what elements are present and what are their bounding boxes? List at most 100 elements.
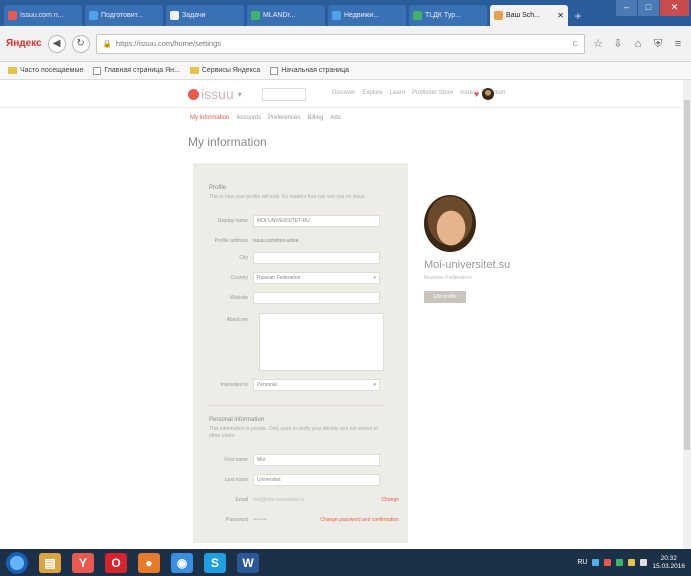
tab-preferences[interactable]: Preferences: [268, 115, 300, 121]
tray-app-icon[interactable]: [628, 559, 636, 566]
last-name-row: Last name Universitet: [209, 473, 399, 486]
volume-icon[interactable]: [640, 559, 648, 566]
explorer-taskbar-icon[interactable]: ▤: [39, 552, 61, 573]
country-select[interactable]: Russian Federation: [253, 271, 380, 284]
clock-time: 20:32: [660, 554, 677, 562]
browser-tab[interactable]: TLДК Тур...: [409, 5, 487, 26]
nav-publisher-store[interactable]: Publisher Store: [412, 90, 453, 96]
city-row: City: [209, 251, 399, 264]
change-email-link[interactable]: Change: [381, 497, 399, 503]
issuu-logo[interactable]: issuu ▾: [188, 86, 242, 102]
interests-row: Interested in Personal: [209, 378, 399, 391]
city-field[interactable]: [253, 251, 380, 264]
start-button[interactable]: [6, 551, 28, 574]
tab-label: Задачи: [182, 12, 206, 19]
nav-explore[interactable]: Explore: [362, 90, 382, 96]
about-textarea[interactable]: [259, 313, 384, 371]
tab-my-information[interactable]: My information: [190, 115, 229, 121]
word-taskbar-icon[interactable]: W: [237, 552, 259, 573]
shield-icon[interactable]: ⛨: [651, 37, 665, 51]
language-indicator[interactable]: RU: [577, 559, 587, 566]
chrome-taskbar-icon[interactable]: ◉: [171, 552, 193, 573]
site-header: issuu ▾ Discover Explore Learn Publisher…: [0, 80, 691, 108]
url-field[interactable]: 🔒 https://issuu.com/home/settings C: [95, 33, 585, 54]
close-window-button[interactable]: ✕: [659, 0, 689, 16]
new-tab-button[interactable]: +: [571, 9, 585, 23]
maximize-button[interactable]: □: [637, 0, 659, 16]
profile-section-desc: This is how your profile will look. It's…: [209, 194, 365, 200]
favicon-icon: [494, 11, 503, 20]
profile-address-label: Profile address: [214, 237, 248, 244]
page-icon: [270, 66, 279, 75]
clock[interactable]: 20:32 15.03.2016: [652, 555, 685, 571]
password-row: Password •••••••• Change password and co…: [209, 513, 399, 526]
scrollbar-thumb[interactable]: [684, 100, 690, 450]
password-value: ••••••••: [253, 516, 268, 523]
personal-section-desc: This information is private. Only used t…: [209, 426, 378, 439]
profile-subtitle: Russian Federation: [424, 275, 472, 281]
nav-issuu[interactable]: Issuu: [460, 90, 474, 96]
edit-profile-button[interactable]: Edit profile: [424, 291, 466, 303]
opera-taskbar-icon[interactable]: O: [105, 552, 127, 573]
bookmark-frequent[interactable]: Часто посещаемые: [8, 67, 83, 74]
website-field[interactable]: [253, 291, 380, 304]
tab-label: TLДК Тур...: [425, 12, 461, 19]
chevron-down-icon[interactable]: ▾: [238, 90, 242, 99]
heart-icon[interactable]: ♥: [474, 89, 479, 99]
interests-select[interactable]: Personal: [253, 378, 380, 391]
tab-label: Недвижи...: [344, 12, 379, 19]
tab-label: MLANDr...: [263, 12, 296, 19]
browser-tab[interactable]: Ваш Sch... ✕: [490, 5, 568, 26]
menu-icon[interactable]: ≡: [671, 37, 685, 51]
window-controls: – □ ✕: [615, 0, 689, 16]
tab-ads[interactable]: Ads: [330, 115, 340, 121]
profile-card: Moi-universitet.su Russian Federation Ed…: [424, 195, 510, 303]
browser-tab[interactable]: Недвижи...: [328, 5, 406, 26]
city-label: City: [239, 254, 248, 261]
home-icon[interactable]: ⌂: [631, 37, 645, 51]
last-name-label: Last name: [224, 476, 248, 483]
skype-taskbar-icon[interactable]: S: [204, 552, 226, 573]
yandex-brand[interactable]: Яндекс: [6, 38, 42, 49]
favicon-icon: [251, 11, 260, 20]
network-icon[interactable]: [592, 559, 600, 566]
header-user-area: ♥: [474, 88, 495, 100]
settings-tabs: My information Accounts Preferences Bill…: [190, 115, 341, 121]
tab-billing[interactable]: Billing: [307, 115, 323, 121]
reload-button[interactable]: ↻: [71, 34, 90, 53]
star-icon[interactable]: ☆: [591, 37, 605, 51]
page-icon: [93, 66, 102, 75]
bookmark-yandex-home[interactable]: Главная страница Ян...: [93, 66, 180, 75]
profile-name: Moi-universitet.su: [424, 259, 511, 271]
bookmark-yandex-services[interactable]: Сервисы Яндекса: [189, 67, 260, 74]
favicon-icon: [8, 11, 17, 20]
display-name-field[interactable]: MOI-UNIVERSITET-RU: [253, 214, 380, 227]
first-name-label: First name: [224, 456, 248, 463]
nav-learn[interactable]: Learn: [390, 90, 405, 96]
antivirus-icon[interactable]: [604, 559, 612, 566]
last-name-field[interactable]: Universitet: [253, 473, 380, 486]
download-icon[interactable]: ⇩: [611, 37, 625, 51]
browser-tab[interactable]: MLANDr...: [247, 5, 325, 26]
refresh-icon[interactable]: C: [573, 39, 578, 48]
first-name-field[interactable]: Moi: [253, 453, 380, 466]
close-tab-icon[interactable]: ✕: [557, 11, 564, 20]
site-search-input[interactable]: [262, 88, 306, 101]
tray-app-icon[interactable]: [616, 559, 624, 566]
tab-accounts[interactable]: Accounts: [236, 115, 261, 121]
bookmark-start-page[interactable]: Начальная страница: [270, 66, 349, 75]
browser-tab[interactable]: Подготовит...: [85, 5, 163, 26]
browser-tab[interactable]: Issuu.com n...: [4, 5, 82, 26]
clock-date: 15.03.2016: [652, 562, 685, 570]
minimize-button[interactable]: –: [615, 0, 637, 16]
email-value: moi@moi-universitet.ru: [253, 496, 305, 503]
change-password-link[interactable]: Change password and confirmation: [320, 517, 399, 523]
about-label: About me: [226, 316, 248, 323]
address-bar-row: Яндекс ◀ ↻ 🔒 https://issuu.com/home/sett…: [0, 26, 691, 62]
yandex-browser-taskbar-icon[interactable]: Y: [72, 552, 94, 573]
nav-discover[interactable]: Discover: [332, 90, 355, 96]
browser-tab[interactable]: Задачи: [166, 5, 244, 26]
back-button[interactable]: ◀: [47, 34, 66, 53]
avatar[interactable]: [482, 88, 495, 100]
firefox-taskbar-icon[interactable]: ●: [138, 552, 160, 573]
